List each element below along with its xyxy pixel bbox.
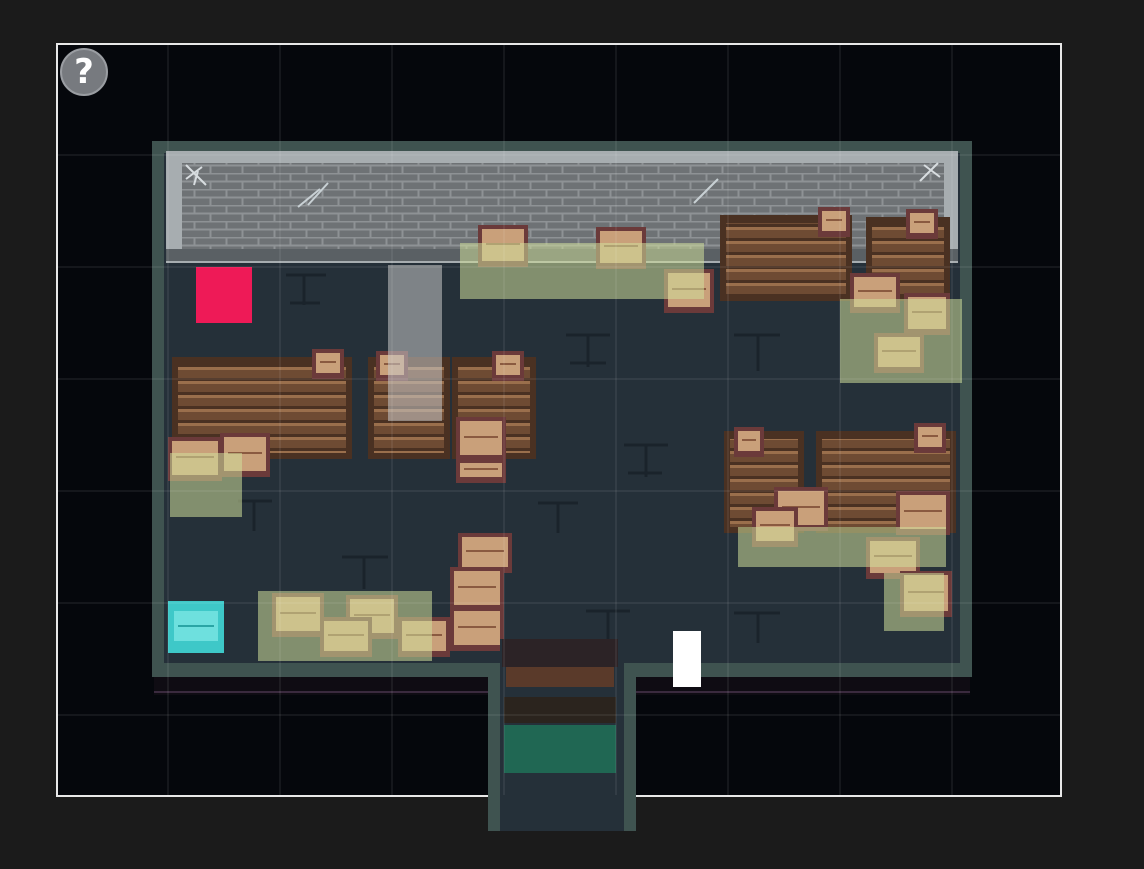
crate — [906, 209, 938, 239]
cyan-highlighted-crate[interactable] — [168, 601, 224, 653]
highlight-zone — [884, 573, 944, 631]
crate — [492, 351, 524, 381]
translucent-overlay — [388, 265, 442, 421]
game-viewport[interactable]: ? — [56, 43, 1062, 831]
crate — [734, 427, 764, 457]
highlight-zone — [840, 299, 962, 383]
highlight-zone — [738, 527, 946, 567]
highlight-zone — [258, 591, 432, 661]
crate — [456, 459, 506, 483]
crate — [312, 349, 344, 379]
crate — [450, 567, 504, 611]
help-button[interactable]: ? — [60, 48, 108, 96]
crate — [818, 207, 850, 237]
highlight-zone — [170, 453, 242, 517]
crate — [914, 423, 946, 453]
crate — [450, 607, 504, 651]
exit-corridor — [488, 639, 636, 831]
help-question-icon: ? — [74, 52, 94, 92]
highlight-zone — [460, 243, 704, 299]
player-marker[interactable] — [673, 631, 701, 687]
red-goal-marker — [196, 267, 252, 323]
exit-marker — [504, 725, 616, 773]
warehouse-map — [58, 45, 1060, 831]
crate — [456, 417, 506, 461]
